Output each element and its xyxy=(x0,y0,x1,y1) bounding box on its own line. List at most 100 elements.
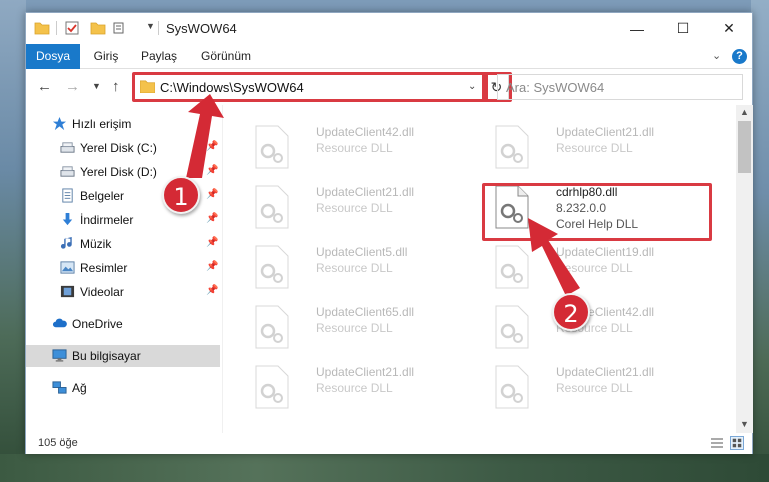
file-item[interactable]: UpdateClient42.dll Resource DLL xyxy=(246,119,476,175)
new-folder-icon[interactable] xyxy=(90,20,106,36)
expand-ribbon-icon[interactable]: ⌄ xyxy=(712,49,721,62)
file-item[interactable]: UpdateClient19.dll Resource DLL xyxy=(486,239,716,295)
maximize-button[interactable]: ☐ xyxy=(660,13,706,44)
file-list: UpdateClient42.dll Resource DLL UpdateCl… xyxy=(224,105,736,433)
customize-toolbar-icon[interactable] xyxy=(112,20,128,36)
explorer-window: ▼ SysWOW64 — ☐ ✕ Dosya Giriş Paylaş Görü… xyxy=(25,12,753,454)
pin-icon[interactable]: 📌 xyxy=(206,141,218,152)
dll-file-icon xyxy=(255,185,289,229)
desktop-background-left xyxy=(0,0,26,482)
navigation-pane: Hızlı erişim Yerel Disk (C:) 📌 Yerel Dis… xyxy=(26,105,220,433)
file-description: Resource DLL xyxy=(316,141,393,155)
desktop-background-right xyxy=(751,0,769,482)
dll-file-icon xyxy=(495,125,529,169)
file-description: Resource DLL xyxy=(316,201,393,215)
sidebar-item-label: Belgeler xyxy=(80,189,125,203)
recent-locations-chevron-icon[interactable]: ▼ xyxy=(92,81,101,91)
dll-file-icon xyxy=(495,365,529,409)
title-bar: ▼ SysWOW64 — ☐ ✕ xyxy=(26,13,752,44)
details-view-icon[interactable] xyxy=(710,436,724,450)
tiles-view-icon[interactable] xyxy=(730,436,744,450)
tab-file[interactable]: Dosya xyxy=(26,44,80,69)
dll-file-icon xyxy=(255,125,289,169)
search-input[interactable]: Ara: SysWOW64 xyxy=(497,74,743,100)
network-icon xyxy=(52,381,67,394)
drive-icon xyxy=(60,166,75,177)
pin-icon[interactable]: 📌 xyxy=(206,237,218,248)
pane-divider[interactable] xyxy=(222,105,223,433)
sidebar-item-downloads[interactable]: İndirmeler 📌 xyxy=(26,209,220,231)
sidebar-item-videos[interactable]: Videolar 📌 xyxy=(26,281,220,303)
sidebar-item-pictures[interactable]: Resimler 📌 xyxy=(26,257,220,279)
step-badge-1: 1 xyxy=(162,176,200,214)
properties-check-icon[interactable] xyxy=(64,20,80,36)
pin-icon[interactable]: 📌 xyxy=(206,189,218,200)
navigation-bar: ← → ▼ ↑ C:\Windows\SysWOW64 ⌄ ↻ Ara: Sys… xyxy=(26,69,752,105)
pictures-icon xyxy=(60,261,75,274)
cloud-icon xyxy=(52,318,67,328)
file-name: UpdateClient42.dll xyxy=(316,125,415,139)
sidebar-item-music[interactable]: Müzik 📌 xyxy=(26,233,220,255)
star-icon xyxy=(52,116,67,131)
step-badge-2: 2 xyxy=(552,293,590,331)
toolbar-separator xyxy=(158,21,159,35)
scroll-up-arrow-icon[interactable]: ▲ xyxy=(740,107,749,117)
dll-file-icon xyxy=(255,305,289,349)
chevron-down-icon[interactable]: ▼ xyxy=(146,21,155,31)
sidebar-item-local-disk-c[interactable]: Yerel Disk (C:) 📌 xyxy=(26,137,220,159)
vertical-scrollbar[interactable]: ▲ ▼ xyxy=(736,105,753,433)
file-name: UpdateClient21.dll xyxy=(556,365,655,379)
sidebar-item-this-pc[interactable]: Bu bilgisayar xyxy=(26,345,220,367)
sidebar-item-label: Videolar xyxy=(80,285,124,299)
file-highlight xyxy=(482,183,712,241)
dll-file-icon xyxy=(255,245,289,289)
computer-icon xyxy=(52,349,67,362)
pin-icon[interactable]: 📌 xyxy=(206,285,218,296)
file-item[interactable]: UpdateClient21.dll Resource DLL xyxy=(486,119,716,175)
dll-file-icon xyxy=(255,365,289,409)
scroll-down-arrow-icon[interactable]: ▼ xyxy=(740,419,749,429)
file-description: Resource DLL xyxy=(556,381,633,395)
tab-view[interactable]: Görünüm xyxy=(194,44,258,69)
help-icon[interactable]: ? xyxy=(732,49,747,64)
sidebar-item-network[interactable]: Ağ xyxy=(26,377,220,399)
sidebar-item-onedrive[interactable]: OneDrive xyxy=(26,313,220,335)
file-description: Resource DLL xyxy=(556,141,633,155)
file-item[interactable]: UpdateClient21.dll Resource DLL xyxy=(486,359,716,415)
pin-icon[interactable]: 📌 xyxy=(206,213,218,224)
scrollbar-thumb[interactable] xyxy=(738,121,751,173)
up-arrow-icon[interactable]: ↑ xyxy=(112,78,120,95)
file-description: Resource DLL xyxy=(556,261,633,275)
tab-home[interactable]: Giriş xyxy=(88,44,124,69)
back-arrow-icon[interactable]: ← xyxy=(37,78,52,95)
drive-icon xyxy=(60,142,75,153)
sidebar-item-quick-access[interactable]: Hızlı erişim xyxy=(26,113,220,135)
documents-icon xyxy=(62,188,73,203)
file-item[interactable]: UpdateClient65.dll Resource DLL xyxy=(246,299,476,355)
pin-icon[interactable]: 📌 xyxy=(206,165,218,176)
file-name: UpdateClient65.dll xyxy=(316,305,415,319)
file-item[interactable]: UpdateClient42.dll Resource DLL xyxy=(486,299,716,355)
file-item[interactable]: UpdateClient5.dll Resource DLL xyxy=(246,239,476,295)
file-item[interactable]: UpdateClient21.dll Resource DLL xyxy=(246,359,476,415)
pin-icon[interactable]: 📌 xyxy=(206,261,218,272)
folder-icon[interactable] xyxy=(34,20,50,36)
forward-arrow-icon[interactable]: → xyxy=(65,78,80,95)
file-description: Resource DLL xyxy=(316,261,393,275)
close-button[interactable]: ✕ xyxy=(706,13,752,44)
video-icon xyxy=(60,285,75,298)
file-item[interactable]: UpdateClient21.dll Resource DLL xyxy=(246,179,476,235)
file-name: UpdateClient21.dll xyxy=(316,365,415,379)
minimize-button[interactable]: — xyxy=(614,13,660,44)
toolbar-separator xyxy=(56,21,57,35)
status-bar: 105 öğe xyxy=(26,433,752,454)
tab-share[interactable]: Paylaş xyxy=(134,44,184,69)
file-name: UpdateClient5.dll xyxy=(316,245,408,259)
address-bar-highlight xyxy=(132,72,488,102)
sidebar-item-label: Ağ xyxy=(72,381,87,395)
file-name: UpdateClient21.dll xyxy=(316,185,415,199)
sidebar-item-label: Yerel Disk (C:) xyxy=(80,141,157,155)
file-description: Resource DLL xyxy=(316,381,393,395)
music-icon xyxy=(60,236,72,249)
dll-file-icon xyxy=(495,305,529,349)
